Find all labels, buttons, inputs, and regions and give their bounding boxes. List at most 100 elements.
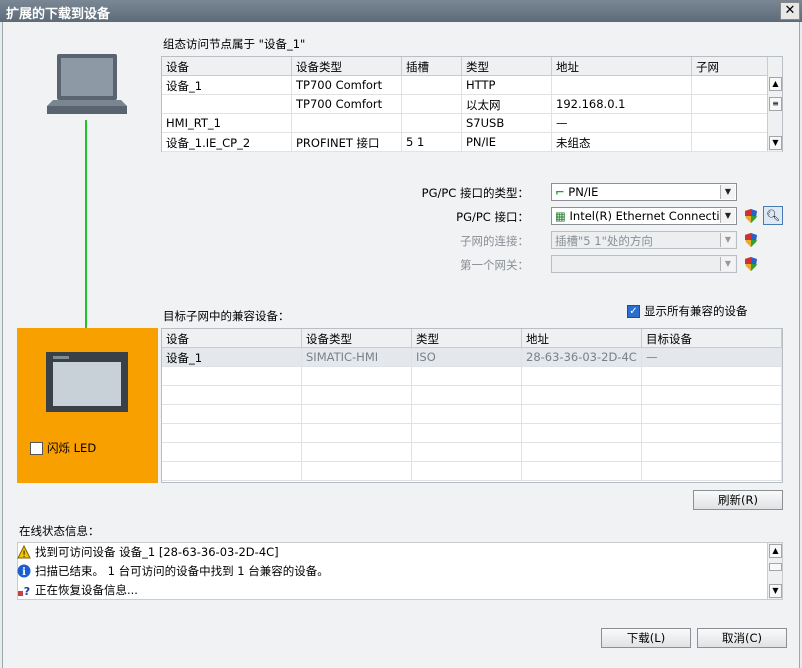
cell [552,76,692,94]
scroll-up-icon[interactable]: ▲ [769,77,782,91]
col-address[interactable]: 地址 [522,329,642,347]
shield-icon[interactable] [743,208,759,224]
cell: 192.168.0.1 [552,95,692,113]
cell [692,114,768,132]
window-title-bar: 扩展的下载到设备 ✕ [0,0,802,22]
download-dialog: 组态访问节点属于 "设备_1" 设备 设备类型 插槽 类型 地址 子网 设备_1… [2,22,800,668]
show-all-compatible-label: 显示所有兼容的设备 [644,304,748,318]
cell [162,95,292,113]
col-address[interactable]: 地址 [552,57,692,75]
access-nodes-scrollbar[interactable]: ▲ ≡ ▼ [767,57,782,151]
table-row[interactable]: 设备_1 TP700 Comfort HTTP [162,76,782,95]
cell: 设备_1 [162,76,292,94]
cell [692,76,768,94]
show-all-compatible-toggle[interactable]: ✓ 显示所有兼容的设备 [627,303,748,319]
cell: SIMATIC-HMI [302,348,412,366]
cell: 设备_1 [162,348,302,366]
access-nodes-table: 设备 设备类型 插槽 类型 地址 子网 设备_1 TP700 Comfort H… [161,56,783,152]
table-row-empty [162,405,782,424]
cell: 设备_1.IE_CP_2 [162,133,292,151]
table-row[interactable]: 设备_1.IE_CP_2 PROFINET 接口 5 1 PN/IE 未组态 [162,133,782,152]
progress-icon: ? [18,585,30,597]
cell: 28-63-36-03-2D-4C [522,348,642,366]
table-row[interactable]: TP700 Comfort 以太网 192.168.0.1 [162,95,782,114]
cell: — [552,114,692,132]
target-devices-title: 目标子网中的兼容设备： [163,309,290,323]
cell: PN/IE [462,133,552,151]
scroll-down-icon[interactable]: ▼ [769,136,782,150]
col-device-type[interactable]: 设备类型 [302,329,412,347]
cell [402,114,462,132]
svg-text:i: i [22,567,26,578]
first-gateway-label: 第一个网关： [460,258,529,272]
table-row-empty [162,443,782,462]
col-slot[interactable]: 插槽 [402,57,462,75]
status-message: i 扫描已结束。 1 台可访问的设备中找到 1 台兼容的设备。 [17,562,783,580]
connection-line [85,120,87,352]
scroll-thumb-icon[interactable]: ≡ [769,97,782,111]
refresh-button[interactable]: 刷新(R) [693,490,783,510]
pgpc-type-select[interactable]: ⌐ PN/IE ▼ [551,183,737,201]
checkbox-unchecked-icon[interactable] [30,441,43,455]
cell [402,95,462,113]
target-devices-header: 设备 设备类型 类型 地址 目标设备 [162,329,782,348]
cell [402,76,462,94]
flash-led-label: 闪烁 LED [47,441,97,455]
col-type[interactable]: 类型 [462,57,552,75]
subnet-connection-label: 子网的连接： [460,234,529,248]
pgpc-interface-select[interactable]: ▦ Intel(R) Ethernet Connecti... ▼ [551,207,737,225]
cell [692,95,768,113]
cell: 以太网 [462,95,552,113]
search-interface-icon[interactable]: 🔍︎ [763,206,783,225]
online-status-title: 在线状态信息： [19,524,100,538]
checkbox-checked-icon[interactable]: ✓ [627,304,640,318]
cancel-button[interactable]: 取消(C) [697,628,787,648]
pgpc-laptop-icon [45,54,129,120]
target-devices-table: 设备 设备类型 类型 地址 目标设备 设备_1 SIMATIC-HMI ISO … [161,328,783,483]
shield-icon[interactable] [743,232,759,248]
status-message-text: 扫描已结束。 1 台可访问的设备中找到 1 台兼容的设备。 [35,564,329,578]
first-gateway-select[interactable]: ▼ [551,255,737,273]
chevron-down-icon[interactable]: ▼ [720,209,735,223]
shield-icon[interactable] [743,256,759,272]
col-device-type[interactable]: 设备类型 [292,57,402,75]
col-target-device[interactable]: 目标设备 [642,329,782,347]
svg-text:?: ? [24,585,30,597]
status-message: ? 正在恢复设备信息... [17,581,783,599]
cell: TP700 Comfort [292,76,402,94]
table-row-empty [162,386,782,405]
close-button[interactable]: ✕ [780,2,800,20]
svg-text:!: ! [22,550,26,559]
chevron-down-icon[interactable]: ▼ [720,257,735,271]
table-row-empty [162,367,782,386]
cell: S7USB [462,114,552,132]
hmi-panel-icon [46,352,128,412]
info-icon: i [17,564,31,578]
flash-led-toggle[interactable]: 闪烁 LED [30,440,96,456]
download-button[interactable]: 下载(L) [601,628,691,648]
status-message: ! 找到可访问设备 设备_1 [28-63-36-03-2D-4C] [17,543,783,561]
cell: ISO [412,348,522,366]
table-row[interactable]: HMI_RT_1 S7USB — [162,114,782,133]
table-row-empty [162,424,782,443]
col-device[interactable]: 设备 [162,329,302,347]
col-subnet[interactable]: 子网 [692,57,768,75]
table-row[interactable]: 设备_1 SIMATIC-HMI ISO 28-63-36-03-2D-4C — [162,348,782,367]
subnet-connection-value: 插槽"5 1"处的方向 [555,234,653,248]
cell: 5 1 [402,133,462,151]
cell: — [642,348,782,366]
cell: HMI_RT_1 [162,114,292,132]
network-card-icon: ▦ [555,209,566,223]
access-nodes-header: 设备 设备类型 插槽 类型 地址 子网 [162,57,782,76]
cell: HTTP [462,76,552,94]
target-device-panel: 闪烁 LED [17,328,158,483]
window-title: 扩展的下载到设备 [6,7,111,22]
col-type[interactable]: 类型 [412,329,522,347]
warning-icon: ! [17,545,31,559]
chevron-down-icon[interactable]: ▼ [720,233,735,247]
access-nodes-title: 组态访问节点属于 "设备_1" [163,37,306,51]
subnet-connection-select[interactable]: 插槽"5 1"处的方向 ▼ [551,231,737,249]
chevron-down-icon[interactable]: ▼ [720,185,735,199]
cell: 未组态 [552,133,692,151]
col-device[interactable]: 设备 [162,57,292,75]
